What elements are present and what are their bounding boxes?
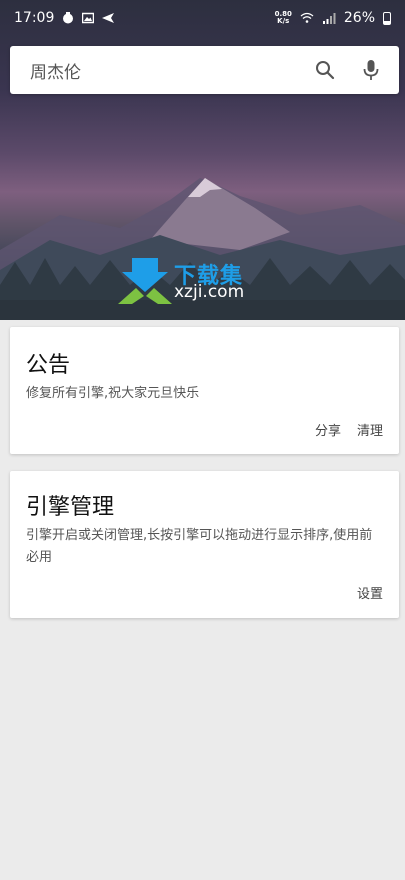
watermark-site: xzji.com: [174, 282, 245, 302]
microphone-icon[interactable]: [357, 56, 385, 84]
net-speed-unit: K/s: [277, 17, 290, 25]
search-bar[interactable]: 周杰伦: [10, 46, 399, 94]
card-description: 引擎开启或关闭管理,长按引擎可以拖动进行显示排序,使用前必用: [26, 528, 373, 565]
status-time: 17:09: [14, 10, 55, 26]
signal-icon: [322, 13, 336, 24]
search-icon[interactable]: [311, 56, 339, 84]
settings-button[interactable]: 设置: [357, 583, 383, 602]
search-input[interactable]: 周杰伦: [30, 58, 293, 83]
card-title: 引擎管理: [26, 495, 115, 520]
download-arrow-icon: [118, 258, 172, 304]
battery-percent: 26%: [343, 10, 375, 26]
net-speed: 0.80 K/s: [275, 11, 292, 25]
battery-icon: [383, 11, 391, 25]
share-button[interactable]: 分享: [315, 420, 341, 439]
wifi-icon: [300, 12, 314, 23]
announcement-card: 公告 修复所有引擎,祝大家元旦快乐 分享 清理: [10, 327, 399, 454]
clear-button[interactable]: 清理: [357, 420, 383, 439]
card-description: 修复所有引擎,祝大家元旦快乐: [26, 386, 200, 401]
status-bar: 17:09 0.80 K/s 26%: [0, 0, 405, 36]
engine-management-card: 引擎管理 引擎开启或关闭管理,长按引擎可以拖动进行显示排序,使用前必用 设置: [10, 471, 399, 618]
watermark-logo: 下载集 xzji.com: [118, 256, 268, 306]
notification-icon: [63, 12, 74, 24]
gallery-icon: [82, 12, 95, 24]
send-icon: [102, 13, 115, 23]
card-title: 公告: [26, 353, 71, 378]
